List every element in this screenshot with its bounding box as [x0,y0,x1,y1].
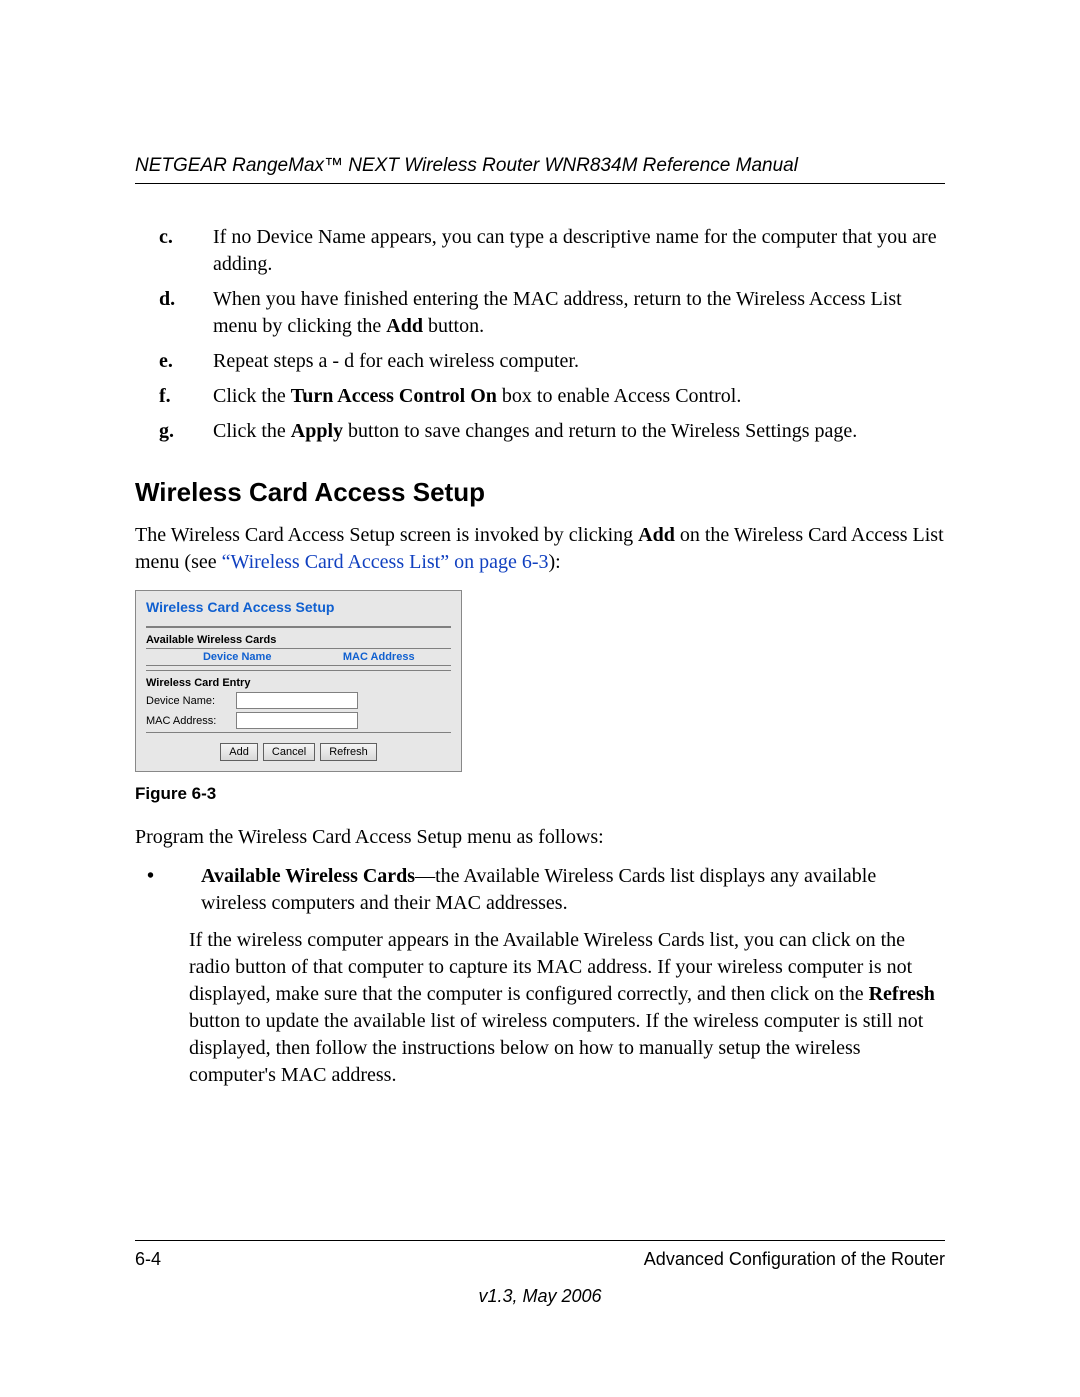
step-label: g. [135,418,213,445]
page-footer: 6-4 Advanced Configuration of the Router… [135,1240,945,1307]
figure-screenshot: Wireless Card Access Setup Available Wir… [135,590,462,772]
mac-address-row: MAC Address: [146,712,451,729]
bullet-item: • Available Wireless Cards—the Available… [135,863,945,917]
section-heading: Wireless Card Access Setup [135,477,945,508]
step-e: e. Repeat steps a - d for each wireless … [135,348,945,375]
post-figure-intro: Program the Wireless Card Access Setup m… [135,824,945,851]
step-g: g. Click the Apply button to save change… [135,418,945,445]
text: Repeat steps a - d for each wireless com… [213,350,579,372]
bullet-text: Available Wireless Cards—the Available W… [201,863,945,917]
wireless-card-entry-label: Wireless Card Entry [146,677,451,689]
button-row: Add Cancel Refresh [146,743,451,761]
step-label: e. [135,348,213,375]
text: Click the [213,385,291,407]
refresh-button[interactable]: Refresh [320,743,377,761]
text: If the wireless computer appears in the … [189,929,912,1005]
step-label: f. [135,383,213,410]
bold: Add [386,315,423,337]
step-f: f. Click the Turn Access Control On box … [135,383,945,410]
divider [146,732,451,733]
text: box to enable Access Control. [497,385,741,407]
bold: Refresh [869,983,935,1005]
cancel-button[interactable]: Cancel [263,743,315,761]
step-label: c. [135,224,213,278]
running-header: NETGEAR RangeMax™ NEXT Wireless Router W… [135,155,945,184]
text: button. [423,315,484,337]
page-number: 6-4 [135,1249,161,1270]
text: If no Device Name appears, you can type … [213,226,937,275]
device-name-row: Device Name: [146,692,451,709]
text: button to save changes and return to the… [343,420,857,442]
doc-version: v1.3, May 2006 [135,1286,945,1307]
bold: Available Wireless Cards [201,865,415,887]
text: When you have finished entering the MAC … [213,288,902,337]
mac-address-label: MAC Address: [146,715,236,727]
add-button[interactable]: Add [220,743,258,761]
bullet-continuation: If the wireless computer appears in the … [189,927,945,1089]
step-list: c. If no Device Name appears, you can ty… [135,224,945,445]
col-device-name: Device Name [168,649,306,666]
step-c: c. If no Device Name appears, you can ty… [135,224,945,278]
bold: Turn Access Control On [291,385,497,407]
mac-address-input[interactable] [236,712,358,729]
text: The Wireless Card Access Setup screen is… [135,524,638,546]
figure-title: Wireless Card Access Setup [146,597,451,623]
device-name-input[interactable] [236,692,358,709]
divider [146,626,451,628]
text: ): [549,551,561,573]
available-cards-table: Device Name MAC Address [146,648,451,666]
bold: Add [638,524,675,546]
step-text: If no Device Name appears, you can type … [213,224,945,278]
chapter-title: Advanced Configuration of the Router [644,1249,945,1270]
radio-column [146,649,168,666]
divider [146,670,451,671]
text: button to update the available list of w… [189,1010,923,1086]
available-cards-label: Available Wireless Cards [146,634,451,646]
step-text: When you have finished entering the MAC … [213,286,945,340]
cross-ref-link[interactable]: “Wireless Card Access List” on page 6-3 [222,551,549,573]
section-intro: The Wireless Card Access Setup screen is… [135,522,945,576]
device-name-label: Device Name: [146,695,236,707]
step-text: Click the Apply button to save changes a… [213,418,945,445]
step-label: d. [135,286,213,340]
step-d: d. When you have finished entering the M… [135,286,945,340]
text: Click the [213,420,291,442]
bold: Apply [291,420,343,442]
bullet-marker: • [135,863,201,917]
figure-caption: Figure 6-3 [135,784,945,804]
step-text: Repeat steps a - d for each wireless com… [213,348,945,375]
step-text: Click the Turn Access Control On box to … [213,383,945,410]
col-mac-address: MAC Address [306,649,451,666]
